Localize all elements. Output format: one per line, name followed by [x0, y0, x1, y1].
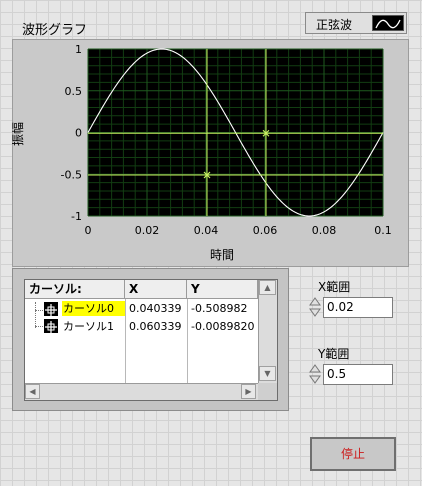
- col-header-name[interactable]: カーソル:: [25, 280, 125, 299]
- table-row-cursor0-x[interactable]: 0.040339: [129, 302, 186, 315]
- y-range-input[interactable]: 0.5: [323, 364, 393, 385]
- tree-connector: [35, 302, 37, 328]
- scrollbar-corner: [258, 383, 277, 400]
- table-row-cursor0-name[interactable]: カーソル0: [62, 301, 125, 316]
- cursor1-marker-icon: [44, 319, 58, 333]
- x-range-label: X範囲: [318, 280, 351, 294]
- x-range-spinner[interactable]: [309, 296, 321, 318]
- x-tick-label: 0.06: [253, 224, 278, 237]
- column-divider: [125, 299, 126, 383]
- tree-connector: [35, 326, 43, 328]
- sine-wave-icon: [375, 19, 401, 29]
- x-tick-labels: 0 0.02 0.04 0.06 0.08 0.1: [85, 224, 392, 237]
- decrement-arrow-icon[interactable]: [309, 308, 321, 317]
- y-range-label: Y範囲: [318, 347, 350, 361]
- x-tick-label: 0.1: [374, 224, 392, 237]
- legend-label: 正弦波: [316, 18, 353, 32]
- decrement-arrow-icon[interactable]: [309, 375, 321, 384]
- cursor-table[interactable]: カーソル: X Y カーソル0 0.040339 -0.508982 カーソル1…: [24, 279, 278, 401]
- table-row-cursor0-y[interactable]: -0.508982: [191, 302, 257, 315]
- y-tick-label: 0: [75, 127, 82, 140]
- y-tick-label: -1: [71, 210, 82, 223]
- table-row-cursor1-y[interactable]: -0.0089820: [191, 320, 257, 333]
- y-axis-label: 振幅: [12, 122, 25, 146]
- x-tick-label: 0.02: [135, 224, 160, 237]
- y-tick-labels: 1 0.5 0 -0.5 -1: [61, 43, 82, 223]
- column-divider: [187, 299, 188, 383]
- waveform-graph: 1 0.5 0 -0.5 -1 0 0.02 0.04 0.06 0.08 0.1 時間 振幅: [12, 43, 392, 262]
- legend-swatch: [372, 15, 404, 31]
- scroll-up-button[interactable]: ▲: [259, 280, 276, 295]
- increment-arrow-icon[interactable]: [309, 297, 321, 306]
- plot-legend[interactable]: 正弦波: [305, 12, 407, 34]
- vertical-scrollbar[interactable]: ▲ ▼: [258, 280, 277, 383]
- tree-connector: [35, 310, 43, 312]
- table-row-cursor1-name[interactable]: カーソル1: [62, 319, 125, 334]
- y-tick-label: 1: [75, 43, 82, 56]
- x-range-input[interactable]: 0.02: [323, 297, 393, 318]
- x-axis-label: 時間: [210, 248, 234, 262]
- horizontal-scrollbar[interactable]: ◀ ▶: [25, 383, 258, 400]
- increment-arrow-icon[interactable]: [309, 364, 321, 373]
- scroll-left-button[interactable]: ◀: [25, 384, 40, 399]
- scroll-right-button[interactable]: ▶: [241, 384, 256, 399]
- y-range-spinner[interactable]: [309, 363, 321, 385]
- table-row-cursor1-x[interactable]: 0.060339: [129, 320, 186, 333]
- graph-title: 波形グラフ: [22, 23, 88, 38]
- x-tick-label: 0.08: [312, 224, 337, 237]
- scroll-down-button[interactable]: ▼: [259, 366, 276, 381]
- col-header-x[interactable]: X: [125, 280, 187, 299]
- x-tick-label: 0.04: [194, 224, 219, 237]
- x-tick-label: 0: [85, 224, 92, 237]
- y-tick-label: 0.5: [65, 85, 83, 98]
- stop-button[interactable]: 停止: [310, 437, 396, 471]
- cursor0-marker-icon: [44, 302, 58, 316]
- col-header-y[interactable]: Y: [187, 280, 258, 299]
- y-tick-label: -0.5: [61, 168, 82, 181]
